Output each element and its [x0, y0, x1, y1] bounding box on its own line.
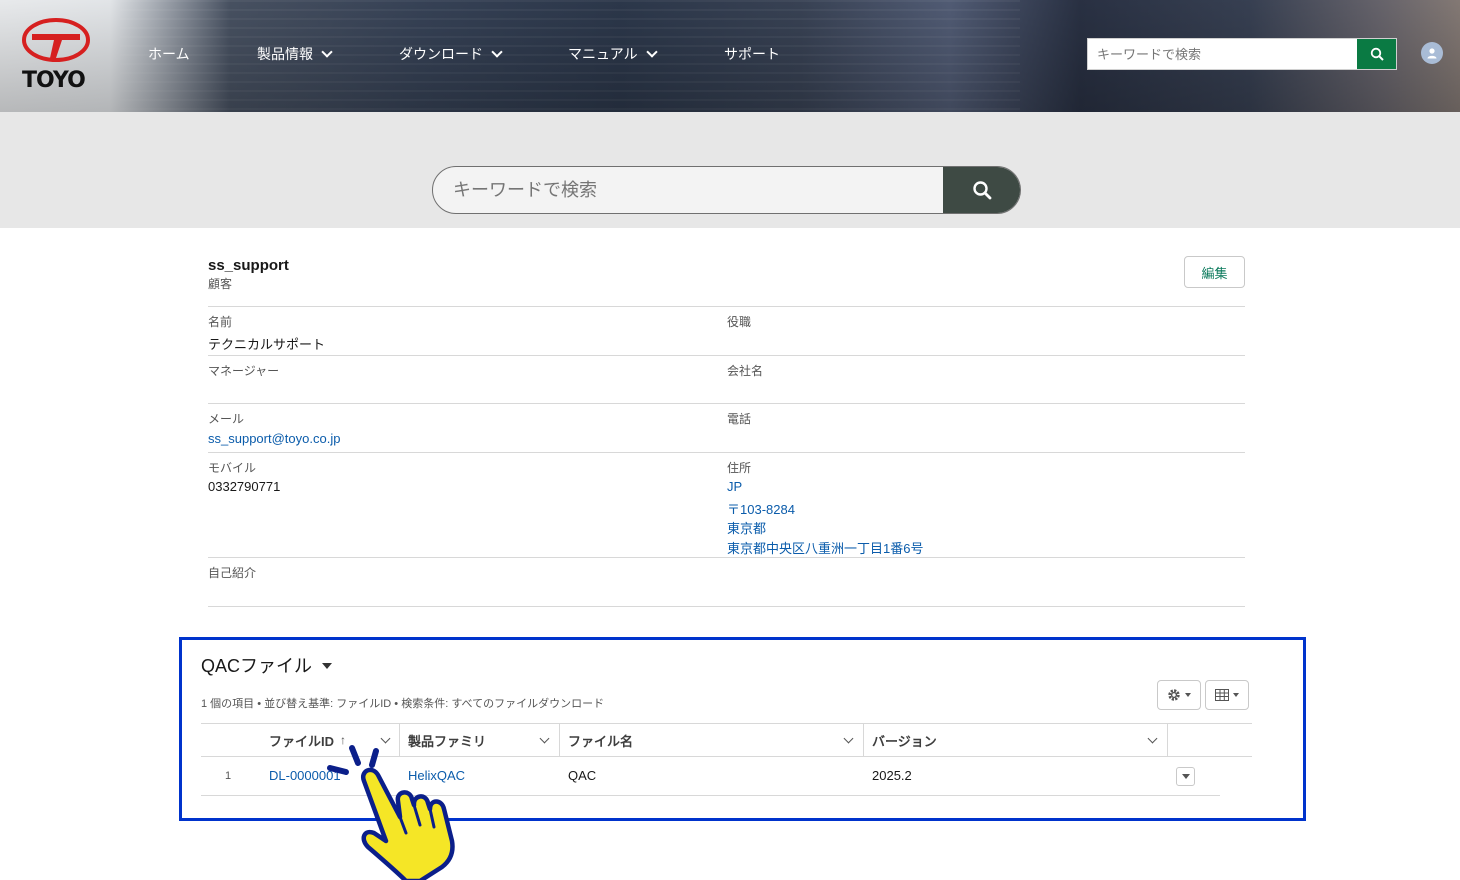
toyo-logo[interactable]: TOYO	[18, 14, 94, 94]
caret-down-icon	[1233, 693, 1239, 697]
profile-username: ss_support	[208, 257, 289, 274]
user-icon	[1427, 48, 1437, 59]
list-title-dropdown[interactable]: QACファイル	[201, 652, 333, 678]
header-search-input[interactable]	[1088, 39, 1358, 69]
chevron-down-icon	[645, 46, 658, 58]
nav-manual[interactable]: マニュアル	[568, 44, 658, 64]
address-prefecture[interactable]: 東京都	[727, 518, 766, 537]
mobile-label: モバイル	[208, 461, 257, 475]
email-link[interactable]: ss_support@toyo.co.jp	[208, 431, 340, 446]
address-street[interactable]: 東京都中央区八重洲一丁目1番6号	[727, 538, 923, 557]
user-avatar[interactable]	[1421, 42, 1443, 64]
column-header-file-name[interactable]: ファイル名	[568, 724, 633, 756]
address-postal[interactable]: 〒103-8284	[727, 499, 795, 518]
edit-button[interactable]: 編集	[1184, 256, 1245, 288]
search-icon	[972, 181, 991, 200]
gear-icon	[1168, 689, 1180, 701]
caret-down-icon	[1185, 693, 1191, 697]
table-icon	[1215, 689, 1229, 701]
nav-download[interactable]: ダウンロード	[399, 44, 503, 64]
site-header: TOYO ホーム 製品情報 ダウンロード マニュアル サポート	[0, 0, 1460, 112]
title-label: 役職	[727, 315, 752, 329]
header-search-button[interactable]	[1357, 39, 1396, 69]
row-number: 1	[225, 770, 232, 782]
column-header-version[interactable]: バージョン	[872, 724, 937, 756]
row-actions-button[interactable]	[1176, 767, 1195, 786]
list-settings-button[interactable]	[1157, 680, 1201, 710]
mobile-value: 0332790771	[208, 479, 281, 494]
divider	[208, 355, 1245, 356]
list-title: QACファイル	[201, 656, 313, 676]
list-meta: 1 個の項目 • 並び替え基準: ファイルID • 検索条件: すべてのファイル…	[201, 698, 605, 710]
logo-mark-icon	[22, 18, 90, 62]
name-value: テクニカルサポート	[208, 337, 326, 352]
divider	[208, 306, 1245, 307]
nav-support[interactable]: サポート	[724, 44, 780, 64]
search-icon	[1370, 47, 1384, 61]
chevron-down-icon[interactable]	[843, 733, 854, 744]
divider	[208, 557, 1245, 558]
header-search	[1087, 38, 1397, 70]
nav-products[interactable]: 製品情報	[257, 44, 333, 64]
logo-text: TOYO	[22, 68, 86, 93]
version-cell: 2025.2	[872, 768, 912, 783]
list-view-button[interactable]	[1205, 680, 1249, 710]
manager-label: マネージャー	[208, 364, 280, 378]
divider	[208, 403, 1245, 404]
search-band	[0, 112, 1460, 228]
chevron-down-icon[interactable]	[539, 733, 550, 744]
address-label: 住所	[727, 461, 752, 475]
phone-label: 電話	[727, 412, 752, 426]
address-country[interactable]: JP	[727, 479, 742, 494]
divider	[208, 452, 1245, 453]
profile-role: 顧客	[208, 277, 233, 291]
file-name-cell: QAC	[568, 768, 597, 783]
chevron-down-icon[interactable]	[1147, 733, 1158, 744]
chevron-down-icon	[491, 46, 503, 58]
main-search	[432, 166, 1021, 214]
chevron-down-icon	[321, 46, 333, 58]
caret-down-icon	[322, 663, 333, 669]
company-label: 会社名	[727, 364, 764, 378]
nav-home[interactable]: ホーム	[148, 44, 190, 64]
main-search-button[interactable]	[943, 167, 1020, 213]
pointing-hand-icon	[327, 745, 455, 880]
main-search-input[interactable]	[433, 167, 943, 213]
email-label: メール	[208, 412, 245, 426]
bio-label: 自己紹介	[208, 566, 257, 580]
name-label: 名前	[208, 315, 233, 329]
divider	[208, 606, 1245, 607]
caret-down-icon	[1181, 774, 1190, 779]
